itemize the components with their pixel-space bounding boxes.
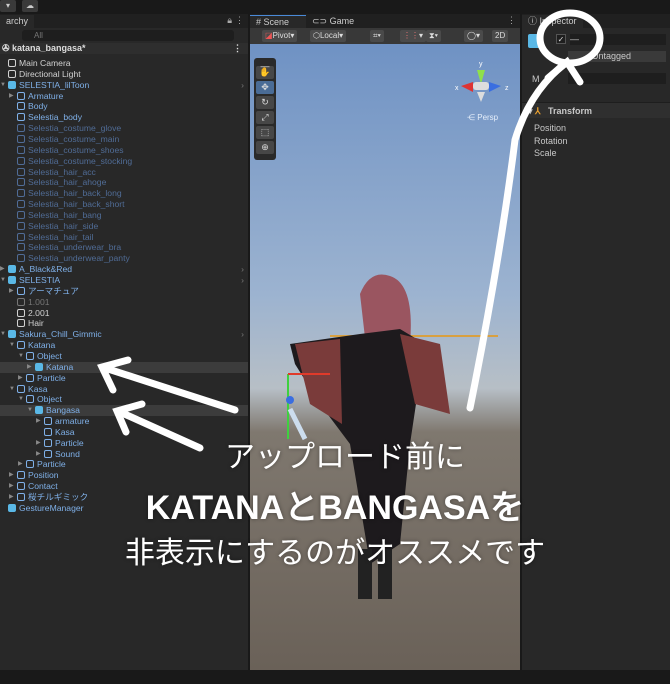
annotation-line-3: 非表示にするのがオススメです [124,536,546,571]
annotation-line-2: KATANAとBANGASAを [145,489,525,527]
annotation-line-1: アップロード前に [225,440,465,475]
